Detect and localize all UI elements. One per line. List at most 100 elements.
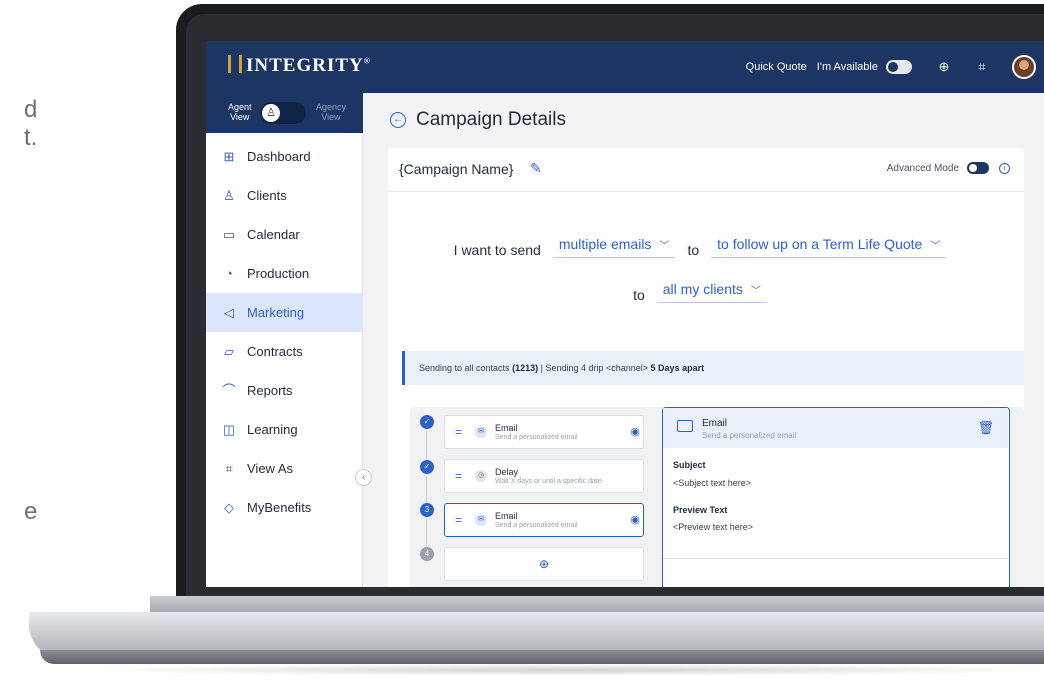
sidebar-item-contracts[interactable]: ▱ Contracts [206,332,363,371]
left-text-fragment-2: t. [24,124,38,151]
sidebar-item-label: Production [247,266,310,281]
marketing-page: d t. e INTEGRITY® Quick Quote I'm Availa… [0,0,1044,683]
detail-subtitle: Send a personalized email [702,431,797,440]
chart-icon: ⌒ [222,382,236,398]
step-subtitle: Wait X days or until a specific date [495,478,602,485]
step-card-email-2[interactable]: = ✉ Email Send a personalized email [444,503,644,537]
calendar-icon: ▭ [222,226,236,242]
plus-circle-icon[interactable]: ⊕ [936,59,952,75]
sending-summary-banner: Sending to all contacts (1213) | Sending… [402,351,1024,385]
contact-count: (1213) [512,363,539,373]
preview-text-field[interactable]: <Preview text here> [673,522,753,532]
campaign-name: {Campaign Name} [399,161,514,177]
tag-icon: ◇ [224,499,234,515]
app-screen: INTEGRITY® Quick Quote I'm Available ⊕ ⌗… [206,41,1044,587]
sentence-prefix: I want to send [453,242,541,258]
advanced-mode-control: Advanced Mode i [887,162,1010,174]
detail-divider [663,558,1008,559]
preview-text-label: Preview Text [673,505,728,515]
campaign-goal-select[interactable]: to follow up on a Term Life Quote ﹀ [711,236,947,258]
toggle-knob [969,164,977,172]
view-as-icon: ⌗ [225,460,233,476]
trash-icon[interactable]: 🗑 [977,420,994,436]
sidebar-item-learning[interactable]: ◫ Learning [206,410,363,449]
detail-title: Email [702,418,728,429]
campaign-sentence-line2: to all my clients ﹀ [388,281,1024,303]
sidebar-item-reports[interactable]: ⌒ Reports [206,371,363,410]
sidebar-item-clients[interactable]: ♙ Clients [206,176,363,215]
availability-toggle[interactable] [886,60,912,74]
step-connector [426,519,427,547]
step-card-email-1[interactable]: = ✉ Email Send a personalized email [444,415,644,449]
page-title-text: Campaign Details [416,109,566,130]
chevron-down-icon: ﹀ [659,241,670,252]
drag-handle-icon[interactable]: = [455,470,465,482]
audience-value: all my clients [662,281,743,297]
banner-part1: Sending to all contacts [419,363,510,373]
logo-registered: ® [363,56,371,66]
person-icon: ♙ [223,187,235,203]
info-icon[interactable]: i [999,162,1010,174]
eye-icon[interactable]: ◉ [628,425,642,439]
collapse-sidebar-button[interactable]: ‹ [355,469,372,486]
step-connector [426,431,427,459]
megaphone-icon: ◁ [224,304,234,320]
campaign-sentence-line1: I want to send multiple emails ﹀ to to fo… [388,236,1024,258]
sidebar-item-label: Contracts [247,344,303,359]
drag-handle-icon[interactable]: = [455,426,465,438]
laptop-shadow [80,664,1044,676]
sidebar-item-label: View As [247,461,294,476]
banner-part2: | Sending 4 drip <channel> [540,363,649,373]
step-title: Email [495,423,518,433]
sidebar-item-view-as[interactable]: ⌗ View As [206,449,363,488]
step-card-delay[interactable]: = ◷ Delay Wait X days or until a specifi… [444,459,644,493]
agent-view-label[interactable]: Agent View [228,102,252,122]
subject-field[interactable]: <Subject text here> [673,478,751,488]
step-connector [426,476,427,506]
sidebar-item-label: MyBenefits [247,500,312,515]
view-switch: Agent View ♙ Agency View [206,93,363,133]
avatar[interactable] [1012,55,1036,79]
sidebar-item-calendar[interactable]: ▭ Calendar [206,215,363,254]
sentence-to-2: to [633,287,645,303]
agency-view-label-line2: View [321,112,341,122]
step-number-badge: 4 [420,547,434,561]
integrity-logo[interactable]: INTEGRITY® [228,55,371,77]
advanced-mode-toggle[interactable] [967,162,989,174]
quick-quote-link[interactable]: Quick Quote [746,61,807,73]
top-navigation-bar: INTEGRITY® Quick Quote I'm Available ⊕ ⌗ [206,41,1044,93]
left-text-fragment-3: e [24,498,38,525]
left-text-fragment-1: d [24,96,38,123]
message-count-select[interactable]: multiple emails ﹀ [552,236,676,258]
view-toggle[interactable]: ♙ [260,102,306,124]
agency-view-label-line1: Agency [316,102,347,112]
subject-label: Subject [673,460,706,470]
add-step-button[interactable]: ⊕ [444,547,644,581]
campaign-card: {Campaign Name} ✎ Advanced Mode i I want… [388,148,1024,587]
sidebar-item-dashboard[interactable]: ⊞ Dashboard [206,137,363,176]
step-text: Delay Wait X days or until a specific da… [495,467,602,485]
logo-mark-icon [228,55,242,73]
edit-icon[interactable]: ✎ [530,160,542,177]
step-check-icon: ✓ [420,460,434,474]
advanced-mode-label: Advanced Mode [886,162,959,174]
sidebar: Agent View ♙ Agency View ⊞ Dashboard ♙ Clie… [206,93,363,587]
chevron-down-icon: ﹀ [930,241,941,252]
scan-user-icon[interactable]: ⌗ [974,59,990,75]
agency-view-label[interactable]: Agency View [316,102,346,122]
eye-icon[interactable]: ◉ [628,513,642,527]
campaign-goal-value: to follow up on a Term Life Quote [717,236,923,252]
message-count-value: multiple emails [558,236,652,252]
toggle-knob [888,62,898,72]
sidebar-item-production[interactable]: ◔ Production [206,254,363,293]
clock-icon: ◷ [475,470,487,482]
topbar-actions: Quick Quote I'm Available ⊕ ⌗ [746,55,1036,79]
sidebar-item-marketing[interactable]: ◁ Marketing [206,293,363,332]
audience-select[interactable]: all my clients ﹀ [656,281,767,303]
drag-handle-icon[interactable]: = [455,514,465,526]
contract-icon: ▱ [224,343,234,359]
step-check-icon: ✓ [420,415,434,429]
sidebar-item-mybenefits[interactable]: ◇ MyBenefits [206,488,363,527]
chevron-down-icon: ﹀ [750,286,761,297]
back-arrow-icon[interactable]: ← [390,112,406,128]
